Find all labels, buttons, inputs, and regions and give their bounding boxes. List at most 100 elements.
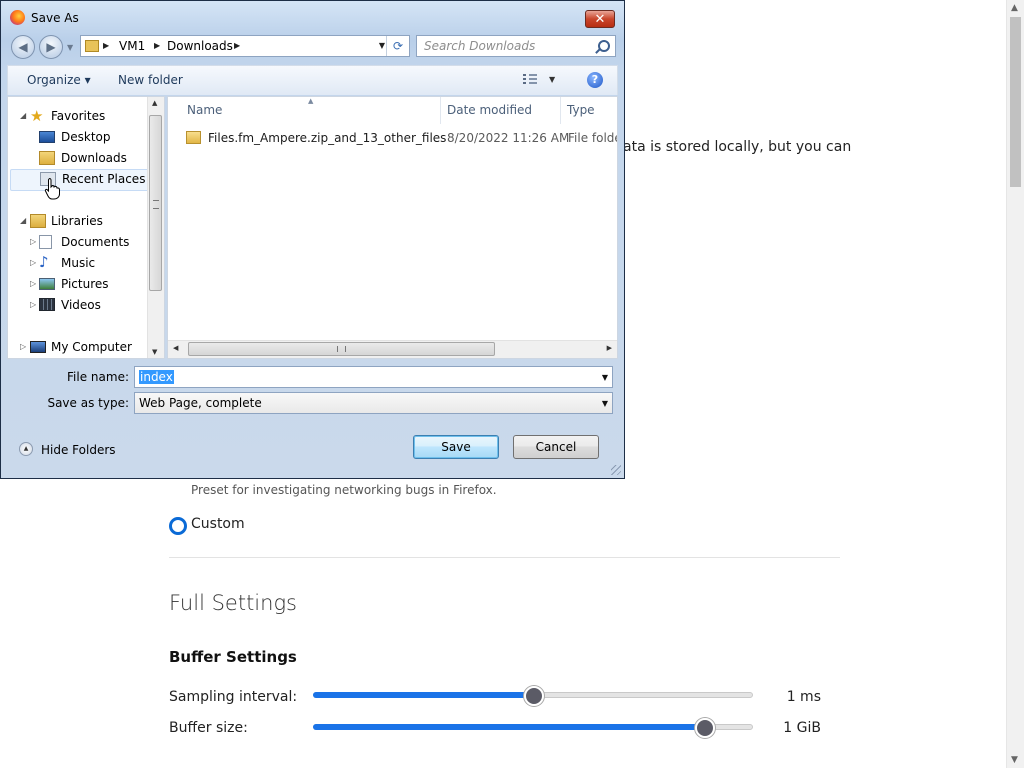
nav-label: Music (61, 256, 96, 270)
file-name-label: File name: (67, 370, 129, 384)
nav-downloads[interactable]: Downloads (20, 149, 148, 169)
page-scrollbar[interactable]: ▲ ▼ (1006, 0, 1024, 768)
horizontal-scrollbar-thumb[interactable] (188, 342, 495, 356)
collapse-arrow-icon[interactable]: ◢ (20, 111, 26, 120)
help-icon[interactable]: ? (587, 72, 603, 88)
buffer-size-value: 1 GiB (783, 720, 821, 736)
nav-label: Favorites (51, 109, 106, 123)
navigation-scrollbar-thumb[interactable] (149, 115, 162, 291)
navigation-bar: ◀ ▶ ▼ ▶ VM1 ▶ Downloads ▶ ▼ ⟳ Search Dow… (1, 33, 624, 61)
cancel-button[interactable]: Cancel (513, 435, 599, 459)
full-settings-heading: Full Settings (169, 591, 297, 615)
sampling-slider-thumb[interactable] (524, 686, 544, 706)
column-header-date-modified[interactable]: Date modified (441, 97, 561, 124)
scroll-left-arrow-icon[interactable]: ◀ (173, 344, 178, 352)
nav-label: Libraries (51, 214, 103, 228)
file-list-horizontal-scrollbar[interactable]: ◀ ▶ (168, 340, 617, 358)
expand-arrow-icon[interactable]: ▷ (20, 342, 26, 351)
back-button[interactable]: ◀ (11, 35, 35, 59)
search-box[interactable]: Search Downloads (416, 35, 616, 57)
save-as-type-label: Save as type: (47, 396, 129, 410)
expand-arrow-icon[interactable]: ▷ (30, 237, 36, 246)
pictures-icon (39, 278, 55, 290)
chevron-down-icon[interactable]: ▼ (602, 399, 608, 408)
change-view-icon[interactable] (523, 74, 537, 86)
nav-favorites[interactable]: ◢ ★ Favorites (10, 107, 148, 127)
save-as-type-select[interactable]: Web Page, complete ▼ (134, 392, 613, 414)
organize-button[interactable]: Organize ▾ (27, 73, 91, 87)
star-icon: ★ (30, 107, 44, 125)
hand-cursor-icon (44, 178, 60, 200)
downloads-folder-icon (39, 151, 55, 165)
search-input[interactable]: Search Downloads (424, 39, 535, 53)
nav-desktop[interactable]: Desktop (20, 128, 148, 148)
computer-icon (30, 341, 46, 353)
nav-label: Recent Places (62, 172, 146, 186)
sampling-interval-label: Sampling interval: (169, 689, 298, 705)
page-scrollbar-thumb[interactable] (1010, 17, 1021, 187)
scroll-up-arrow-icon[interactable]: ▲ (1011, 3, 1018, 13)
buffer-slider-thumb[interactable] (694, 718, 715, 738)
sampling-slider-fill (313, 692, 532, 698)
navigation-scrollbar[interactable]: ▲ ▼ (147, 97, 164, 358)
scroll-down-arrow-icon[interactable]: ▼ (152, 348, 157, 356)
breadcrumb-vm1[interactable]: VM1 (119, 39, 145, 53)
nav-music[interactable]: ▷ ♪ Music (20, 253, 148, 274)
breadcrumb-arrow-icon[interactable]: ▶ (103, 41, 109, 50)
sampling-interval-slider[interactable] (313, 686, 753, 706)
scroll-down-arrow-icon[interactable]: ▼ (1011, 755, 1018, 765)
nav-label: Downloads (61, 151, 127, 165)
column-header-label: Type (567, 103, 595, 117)
preset-description: Preset for investigating networking bugs… (191, 483, 497, 497)
buffer-size-slider[interactable] (313, 718, 753, 738)
expand-arrow-icon[interactable]: ▷ (30, 279, 36, 288)
custom-radio-label[interactable]: Custom (191, 516, 245, 532)
new-folder-button[interactable]: New folder (118, 73, 183, 87)
refresh-icon[interactable]: ⟳ (386, 36, 409, 56)
nav-recent-places[interactable]: Recent Places (10, 169, 150, 191)
close-button[interactable]: ✕ (585, 10, 615, 28)
collapse-arrow-icon[interactable]: ◢ (20, 216, 26, 225)
buffer-size-label: Buffer size: (169, 720, 248, 736)
address-bar[interactable]: ▶ VM1 ▶ Downloads ▶ ▼ ⟳ (80, 35, 410, 57)
nav-pictures[interactable]: ▷ Pictures (20, 275, 148, 295)
save-button[interactable]: Save (413, 435, 499, 459)
dialog-titlebar[interactable]: Save As ✕ (1, 1, 624, 33)
breadcrumb-arrow-icon[interactable]: ▶ (234, 41, 240, 50)
nav-my-computer[interactable]: ▷ My Computer (10, 338, 148, 358)
nav-videos[interactable]: ▷ Videos (20, 296, 148, 316)
view-options-dropdown-icon[interactable]: ▼ (549, 75, 555, 84)
documents-icon (39, 235, 52, 249)
scroll-up-arrow-icon[interactable]: ▲ (152, 99, 157, 107)
column-header-type[interactable]: Type (561, 97, 617, 124)
sampling-interval-value: 1 ms (786, 689, 821, 705)
address-dropdown-icon[interactable]: ▼ (379, 41, 385, 50)
expand-arrow-icon[interactable]: ▷ (30, 300, 36, 309)
recent-locations-dropdown-icon[interactable]: ▼ (67, 43, 73, 52)
file-type: File folder (568, 131, 617, 145)
file-name-input[interactable]: index ▼ (134, 366, 613, 388)
nav-libraries[interactable]: ◢ Libraries (10, 212, 148, 232)
nav-label: My Computer (51, 340, 132, 354)
search-icon[interactable] (598, 40, 610, 52)
nav-label: Documents (61, 235, 130, 249)
nav-label: Desktop (61, 130, 111, 144)
file-row[interactable]: Files.fm_Ampere.zip_and_13_other_files 8… (182, 129, 617, 149)
folder-icon (85, 40, 99, 52)
custom-radio[interactable] (169, 517, 187, 535)
scroll-right-arrow-icon[interactable]: ▶ (607, 344, 612, 352)
file-name-dropdown-icon[interactable]: ▼ (602, 373, 608, 382)
column-header-name[interactable]: Name (181, 97, 441, 124)
breadcrumb-arrow-icon[interactable]: ▶ (154, 41, 160, 50)
expand-arrow-icon[interactable]: ▷ (30, 258, 36, 267)
videos-icon (39, 298, 55, 311)
firefox-logo-icon (10, 10, 25, 25)
forward-button[interactable]: ▶ (39, 35, 63, 59)
nav-documents[interactable]: ▷ Documents (20, 233, 148, 253)
save-as-dialog: Save As ✕ ◀ ▶ ▼ ▶ VM1 ▶ Downloads ▶ ▼ ⟳ … (0, 0, 625, 479)
navigation-pane: ◢ ★ Favorites Desktop Downloads Recent P… (7, 96, 165, 359)
music-icon: ♪ (39, 253, 49, 271)
breadcrumb-downloads[interactable]: Downloads (167, 39, 233, 53)
file-name-value[interactable]: index (139, 370, 174, 384)
resize-grip-icon[interactable] (611, 465, 621, 475)
